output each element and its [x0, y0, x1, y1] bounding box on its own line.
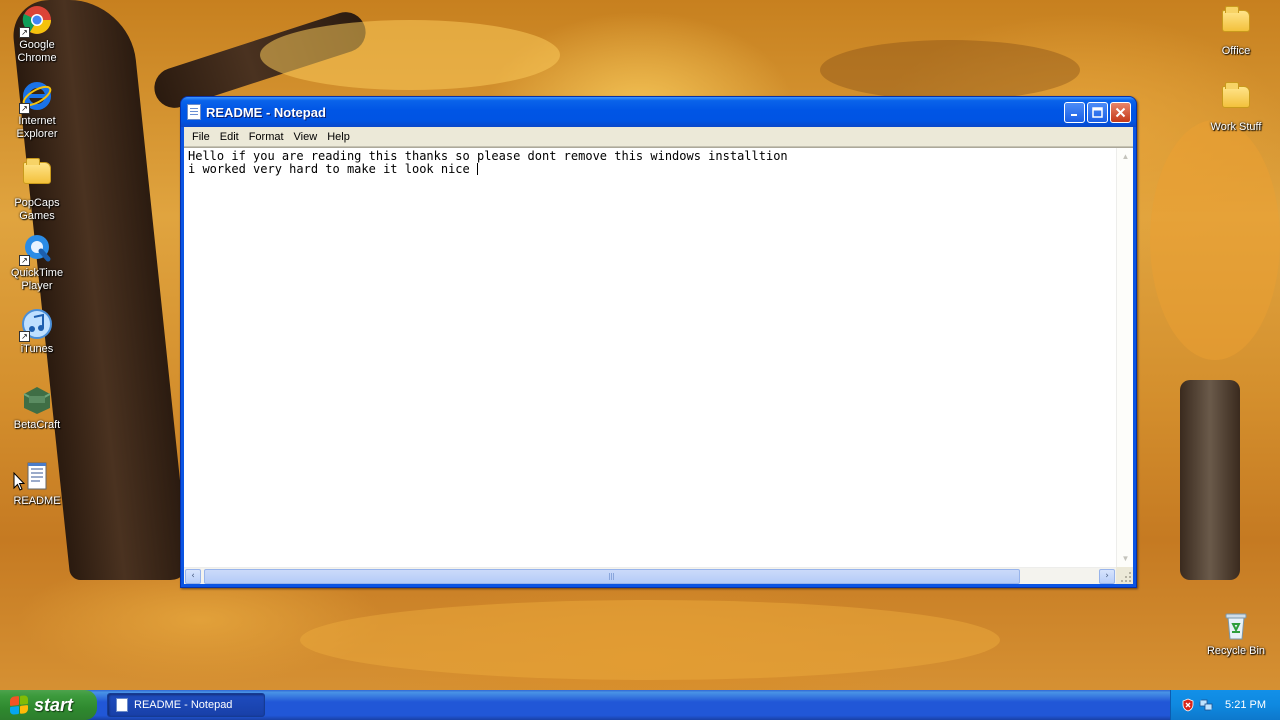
- network-icon[interactable]: [1199, 698, 1213, 712]
- scroll-right-icon[interactable]: ›: [1099, 569, 1115, 584]
- folder-icon: [21, 158, 53, 194]
- horizontal-scrollbar[interactable]: ‹ ›: [184, 567, 1116, 584]
- quicktime-icon: ↗: [19, 232, 53, 266]
- chrome-icon: ↗: [19, 4, 53, 38]
- text-caret: [476, 163, 478, 175]
- desktop-icon-label: Internet Explorer: [16, 115, 58, 140]
- menu-help[interactable]: Help: [322, 129, 355, 145]
- desktop-icon-itunes[interactable]: ↗ iTunes: [0, 308, 74, 356]
- scroll-down-icon[interactable]: ▼: [1118, 551, 1133, 566]
- minimize-icon: [1070, 114, 1077, 116]
- betacraft-icon: [21, 384, 53, 416]
- desktop-icon-label: iTunes: [20, 343, 54, 355]
- windows-logo-icon: [10, 695, 28, 715]
- recycle-bin-icon: [1220, 610, 1252, 642]
- desktop-icon-label: BetaCraft: [13, 419, 61, 431]
- mouse-cursor-icon: [13, 472, 25, 491]
- start-button[interactable]: start: [0, 690, 97, 720]
- window-client: File Edit Format View Help Hello if you …: [184, 127, 1133, 584]
- taskbar-button-label: README - Notepad: [134, 699, 233, 711]
- editor-text[interactable]: Hello if you are reading this thanks so …: [186, 149, 1113, 564]
- resize-grip[interactable]: [1116, 567, 1133, 584]
- maximize-icon: [1092, 106, 1103, 118]
- itunes-icon: ↗: [19, 308, 53, 342]
- desktop-icon-label: Google Chrome: [17, 39, 57, 64]
- taskbar: start README - Notepad 5:21 PM: [0, 690, 1280, 720]
- close-icon: [1115, 107, 1126, 117]
- notepad-icon: [187, 104, 201, 120]
- text-line-1: Hello if you are reading this thanks so …: [188, 149, 788, 163]
- text-file-icon: [21, 460, 53, 492]
- taskbar-clock[interactable]: 5:21 PM: [1225, 699, 1266, 711]
- security-alert-icon[interactable]: [1181, 698, 1195, 712]
- horizontal-scroll-thumb[interactable]: [204, 569, 1020, 584]
- menu-file[interactable]: File: [187, 129, 215, 145]
- desktop-icon-label: QuickTime Player: [10, 267, 64, 292]
- ie-icon: ↗: [19, 80, 53, 114]
- desktop-icon-popcaps-games[interactable]: PopCaps Games: [0, 156, 74, 223]
- scroll-left-icon[interactable]: ‹: [185, 569, 201, 584]
- window-title: README - Notepad: [206, 104, 326, 120]
- notepad-window: README - Notepad File Edit Format View H…: [180, 96, 1137, 588]
- close-button[interactable]: [1110, 101, 1131, 123]
- desktop-icon-label: README: [13, 495, 61, 507]
- notepad-icon: [116, 698, 128, 712]
- minimize-button[interactable]: [1064, 101, 1085, 123]
- desktop-icon-google-chrome[interactable]: ↗ Google Chrome: [0, 4, 74, 65]
- desktop-icon-internet-explorer[interactable]: ↗ Internet Explorer: [0, 80, 74, 141]
- vertical-scrollbar[interactable]: ▲ ▼: [1116, 148, 1133, 567]
- menu-format[interactable]: Format: [244, 129, 289, 145]
- text-editor[interactable]: Hello if you are reading this thanks so …: [184, 147, 1133, 584]
- desktop-icon-label: Recycle Bin: [1206, 645, 1266, 657]
- resize-grip-icon: [1121, 572, 1131, 582]
- desktop-icon-label: Work Stuff: [1210, 121, 1262, 133]
- desktop-icon-recycle-bin[interactable]: Recycle Bin: [1199, 610, 1273, 658]
- maximize-button[interactable]: [1087, 101, 1108, 123]
- desktop-icon-label: PopCaps Games: [14, 197, 60, 222]
- desktop-icon-office[interactable]: Office: [1199, 4, 1273, 58]
- desktop-icon-quicktime-player[interactable]: ↗ QuickTime Player: [0, 232, 74, 293]
- system-tray: 5:21 PM: [1170, 690, 1280, 720]
- folder-icon: [1220, 82, 1252, 118]
- desktop-icon-betacraft[interactable]: BetaCraft: [0, 384, 74, 432]
- menu-edit[interactable]: Edit: [215, 129, 244, 145]
- folder-icon: [1220, 6, 1252, 42]
- start-label: start: [34, 694, 74, 715]
- menu-bar: File Edit Format View Help: [184, 127, 1133, 147]
- scroll-up-icon[interactable]: ▲: [1118, 149, 1133, 164]
- desktop-icon-readme[interactable]: README: [0, 460, 74, 508]
- desktop-icon-label: Office: [1221, 45, 1251, 57]
- desktop-icon-work-stuff[interactable]: Work Stuff: [1199, 80, 1273, 134]
- window-titlebar[interactable]: README - Notepad: [181, 97, 1136, 127]
- taskbar-button-notepad[interactable]: README - Notepad: [107, 693, 265, 717]
- text-line-2: i worked very hard to make it look nice: [188, 162, 477, 176]
- menu-view[interactable]: View: [289, 129, 323, 145]
